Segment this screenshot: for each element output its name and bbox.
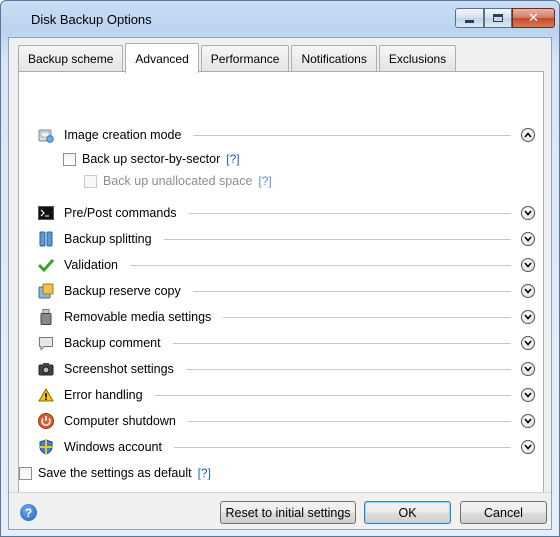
chevron-down-icon[interactable]: [521, 414, 535, 428]
disk-image-icon: [37, 126, 55, 144]
section-divider: [185, 368, 511, 370]
section-screenshot-settings[interactable]: Screenshot settings: [37, 358, 535, 380]
tab-backup-scheme[interactable]: Backup scheme: [18, 45, 124, 72]
section-pre-post-commands[interactable]: Pre/Post commands: [37, 202, 535, 224]
power-icon: [37, 412, 55, 430]
section-label: Backup reserve copy: [64, 284, 181, 298]
section-backup-comment[interactable]: Backup comment: [37, 332, 535, 354]
maximize-button[interactable]: [484, 8, 512, 28]
ok-button[interactable]: OK: [364, 501, 451, 524]
checkmark-icon: [37, 256, 55, 274]
section-windows-account[interactable]: Windows account: [37, 436, 535, 458]
section-divider: [223, 316, 511, 318]
section-divider: [163, 238, 511, 240]
chevron-down-icon[interactable]: [521, 336, 535, 350]
section-image-creation-mode[interactable]: Image creation mode: [37, 124, 535, 146]
section-divider: [172, 342, 511, 344]
unallocated-space-checkbox: [84, 174, 97, 188]
maximize-icon: [493, 14, 503, 22]
section-divider: [188, 212, 511, 214]
advanced-panel: Image creation mode Back up sector-by-se…: [18, 71, 544, 493]
footer-separator: [9, 492, 551, 493]
warning-icon: [37, 386, 55, 404]
chevron-down-icon[interactable]: [521, 232, 535, 246]
section-label: Backup splitting: [64, 232, 152, 246]
dialog-window: Disk Backup Options ✕ Backup scheme Adva…: [0, 0, 560, 537]
window-title: Disk Backup Options: [31, 12, 152, 27]
section-backup-reserve-copy[interactable]: Backup reserve copy: [37, 280, 535, 302]
section-label: Windows account: [64, 440, 162, 454]
chevron-down-icon[interactable]: [521, 362, 535, 376]
comment-bubble-icon: [37, 334, 55, 352]
section-label: Image creation mode: [64, 128, 182, 142]
chevron-up-icon[interactable]: [521, 128, 535, 142]
close-icon: ✕: [528, 10, 539, 25]
section-label: Computer shutdown: [64, 414, 176, 428]
section-divider: [193, 134, 511, 136]
unallocated-space-option: Back up unallocated space [?]: [84, 174, 272, 188]
usb-drive-icon: [37, 308, 55, 326]
chevron-down-icon[interactable]: [521, 284, 535, 298]
section-divider: [129, 264, 511, 266]
help-icon[interactable]: ?: [20, 504, 37, 521]
tab-advanced[interactable]: Advanced: [125, 43, 199, 73]
section-error-handling[interactable]: Error handling: [37, 384, 535, 406]
minimize-button[interactable]: [455, 8, 484, 28]
cancel-button[interactable]: Cancel: [460, 501, 547, 524]
chevron-down-icon[interactable]: [521, 258, 535, 272]
section-label: Validation: [64, 258, 118, 272]
section-computer-shutdown[interactable]: Computer shutdown: [37, 410, 535, 432]
unallocated-space-help-link[interactable]: [?]: [258, 174, 271, 188]
unallocated-space-label: Back up unallocated space: [103, 174, 253, 188]
section-validation[interactable]: Validation: [37, 254, 535, 276]
section-divider: [173, 446, 511, 448]
tab-strip: Backup scheme Advanced Performance Notif…: [18, 42, 458, 73]
reset-button[interactable]: Reset to initial settings: [220, 501, 356, 524]
tab-notifications[interactable]: Notifications: [291, 45, 377, 72]
section-label: Backup comment: [64, 336, 161, 350]
tab-exclusions[interactable]: Exclusions: [378, 45, 457, 72]
section-label: Pre/Post commands: [64, 206, 177, 220]
shield-icon: [37, 438, 55, 456]
chevron-down-icon[interactable]: [521, 310, 535, 324]
save-as-default-checkbox[interactable]: [19, 466, 32, 480]
chevron-down-icon[interactable]: [521, 388, 535, 402]
sector-by-sector-checkbox[interactable]: [63, 152, 76, 166]
section-backup-splitting[interactable]: Backup splitting: [37, 228, 535, 250]
chevron-down-icon[interactable]: [521, 206, 535, 220]
save-as-default-help-link[interactable]: [?]: [198, 466, 211, 480]
section-divider: [192, 290, 511, 292]
tab-performance[interactable]: Performance: [200, 45, 290, 72]
console-icon: [37, 204, 55, 222]
sector-by-sector-option[interactable]: Back up sector-by-sector [?]: [63, 152, 240, 166]
section-divider: [154, 394, 511, 396]
section-label: Error handling: [64, 388, 143, 402]
camera-icon: [37, 360, 55, 378]
dialog-client: Backup scheme Advanced Performance Notif…: [8, 37, 552, 530]
save-as-default-label: Save the settings as default: [38, 466, 192, 480]
save-as-default-option[interactable]: Save the settings as default [?]: [19, 466, 211, 480]
sector-by-sector-label: Back up sector-by-sector: [82, 152, 221, 166]
section-divider: [187, 420, 511, 422]
split-archive-icon: [37, 230, 55, 248]
section-removable-media-settings[interactable]: Removable media settings: [37, 306, 535, 328]
close-button[interactable]: ✕: [512, 8, 555, 28]
reserve-copy-icon: [37, 282, 55, 300]
section-label: Removable media settings: [64, 310, 212, 324]
chevron-down-icon[interactable]: [521, 440, 535, 454]
minimize-icon: [465, 19, 474, 23]
sector-by-sector-help-link[interactable]: [?]: [226, 152, 239, 166]
section-label: Screenshot settings: [64, 362, 174, 376]
title-bar[interactable]: Disk Backup Options ✕: [1, 1, 559, 37]
